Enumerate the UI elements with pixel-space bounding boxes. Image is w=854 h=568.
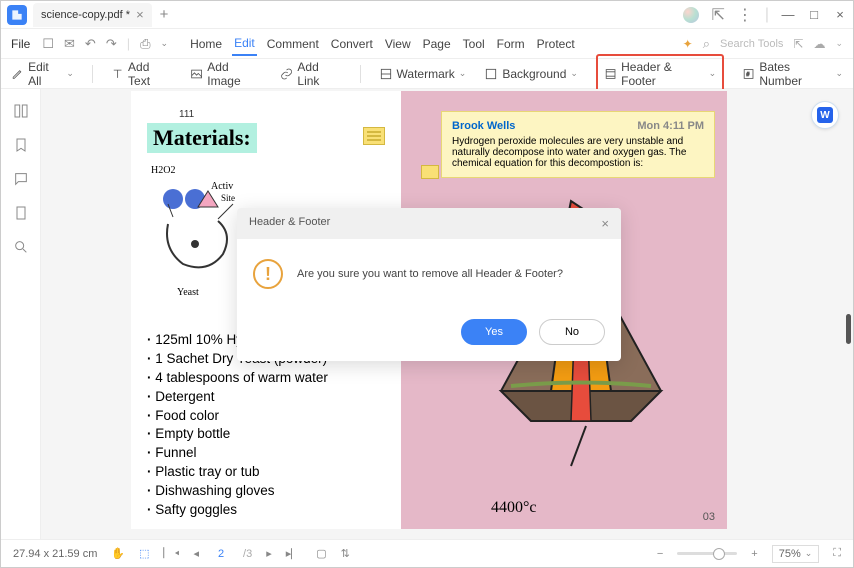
redo-icon[interactable]: ↷	[106, 36, 117, 52]
add-link-button[interactable]: Add Link	[280, 60, 341, 88]
next-page-icon[interactable]: ▸	[266, 547, 272, 560]
add-image-button[interactable]: Add Image	[190, 60, 262, 88]
ai-icon[interactable]	[683, 7, 699, 23]
dialog-title: Header & Footer	[249, 216, 330, 231]
comments-icon[interactable]	[13, 171, 29, 187]
comment-popup[interactable]: Brook Wells Mon 4:11 PM Hydrogen peroxid…	[441, 111, 715, 178]
background-button[interactable]: Background⌄	[484, 67, 578, 81]
menu-comment[interactable]: Comment	[265, 33, 321, 55]
search-input[interactable]: Search Tools	[720, 38, 783, 50]
word-export-badge[interactable]: W	[811, 101, 839, 129]
single-page-icon[interactable]: ▢	[316, 547, 326, 560]
mail-icon[interactable]: ✉	[64, 36, 75, 52]
titlebar: science-copy.pdf * × + ⇱ ⋮ | — □ ×	[1, 1, 853, 29]
page-header-number: 111	[179, 109, 194, 120]
sidebar	[1, 89, 41, 539]
menu-convert[interactable]: Convert	[329, 33, 375, 55]
close-dialog-icon[interactable]: ×	[601, 216, 609, 231]
select-tool-icon[interactable]: ⬚	[139, 547, 149, 560]
prev-page-icon[interactable]: ◂	[193, 547, 199, 560]
maximize-icon[interactable]: □	[807, 8, 821, 22]
tab-title: science-copy.pdf *	[41, 9, 130, 21]
svg-text:#: #	[747, 72, 751, 78]
sticky-note-icon[interactable]	[421, 165, 439, 179]
menu-protect[interactable]: Protect	[535, 33, 577, 55]
fit-page-icon[interactable]: ⇅	[341, 547, 350, 560]
scrollbar[interactable]	[846, 314, 851, 344]
print-icon[interactable]: ⎙	[140, 36, 150, 52]
no-button[interactable]: No	[539, 319, 605, 345]
temperature-label: 4400°c	[491, 499, 537, 517]
share-icon[interactable]: ⇱	[711, 5, 724, 25]
add-tab-icon[interactable]: +	[160, 6, 169, 23]
menu-chevron-icon[interactable]: ⌄	[835, 38, 843, 49]
first-page-icon[interactable]: ⎸◂	[164, 547, 180, 560]
comment-time: Mon 4:11 PM	[637, 120, 704, 132]
app-icon	[7, 5, 27, 25]
last-page-icon[interactable]: ▸⎸	[286, 547, 303, 561]
sticky-note-icon[interactable]	[363, 127, 385, 145]
thumbnails-icon[interactable]	[13, 103, 29, 119]
yes-button[interactable]: Yes	[461, 319, 527, 345]
edit-all-button[interactable]: Edit All⌄	[11, 60, 74, 88]
page-number: 03	[703, 511, 715, 523]
add-text-button[interactable]: Add Text	[111, 60, 172, 88]
page-input[interactable]	[213, 548, 229, 560]
confirm-dialog: Header & Footer × ! Are you sure you wan…	[237, 208, 621, 361]
menu-edit[interactable]: Edit	[232, 32, 257, 56]
fullscreen-icon[interactable]: ⛶	[833, 547, 841, 560]
zoom-in-icon[interactable]: +	[751, 548, 757, 560]
cloud-icon[interactable]: ☁	[813, 37, 825, 51]
comment-author: Brook Wells	[452, 120, 515, 132]
search-icon: ⌕	[703, 36, 710, 52]
menubar: File ☐ ✉ ↶ ↷ | ⎙ ⌄ Home Edit Comment Con…	[1, 29, 853, 59]
page-total: /3	[243, 548, 252, 560]
more-icon[interactable]: ⋮	[737, 5, 753, 25]
warning-icon: !	[253, 259, 283, 289]
close-tab-icon[interactable]: ×	[136, 7, 144, 22]
sparkle-icon[interactable]: ✦	[683, 37, 693, 51]
toolbar: Edit All⌄ Add Text Add Image Add Link Wa…	[1, 59, 853, 89]
zoom-slider[interactable]	[677, 552, 737, 555]
minimize-icon[interactable]: —	[781, 8, 795, 22]
statusbar: 27.94 x 21.59 cm ✋ ⬚ ⎸◂ ◂ /3 ▸ ▸⎸ ▢ ⇅ − …	[1, 539, 853, 567]
file-menu[interactable]: File	[11, 37, 30, 51]
materials-title: Materials:	[147, 123, 257, 153]
header-footer-button[interactable]: Header & Footer⌄	[596, 54, 724, 94]
document-tab[interactable]: science-copy.pdf * ×	[33, 3, 152, 27]
menu-view[interactable]: View	[383, 33, 413, 55]
attachments-icon[interactable]	[13, 205, 29, 221]
dialog-message: Are you sure you want to remove all Head…	[297, 268, 563, 280]
export-icon[interactable]: ⇱	[793, 37, 803, 51]
comment-text: Hydrogen peroxide molecules are very uns…	[452, 136, 704, 169]
save-icon[interactable]: ☐	[42, 36, 54, 52]
search-panel-icon[interactable]	[13, 239, 29, 255]
page-dimensions: 27.94 x 21.59 cm	[13, 548, 97, 560]
bookmarks-icon[interactable]	[13, 137, 29, 153]
undo-icon[interactable]: ↶	[85, 36, 96, 52]
zoom-level[interactable]: 75%⌄	[772, 545, 820, 563]
menu-form[interactable]: Form	[495, 33, 527, 55]
menu-page[interactable]: Page	[421, 33, 453, 55]
print-chevron-icon[interactable]: ⌄	[161, 38, 169, 49]
menu-home[interactable]: Home	[188, 33, 224, 55]
menu-tool[interactable]: Tool	[461, 33, 487, 55]
hand-tool-icon[interactable]: ✋	[111, 547, 125, 560]
watermark-button[interactable]: Watermark⌄	[379, 67, 467, 81]
zoom-out-icon[interactable]: −	[657, 548, 663, 560]
close-window-icon[interactable]: ×	[833, 8, 847, 22]
bates-number-button[interactable]: #Bates Number⌄	[742, 60, 843, 88]
